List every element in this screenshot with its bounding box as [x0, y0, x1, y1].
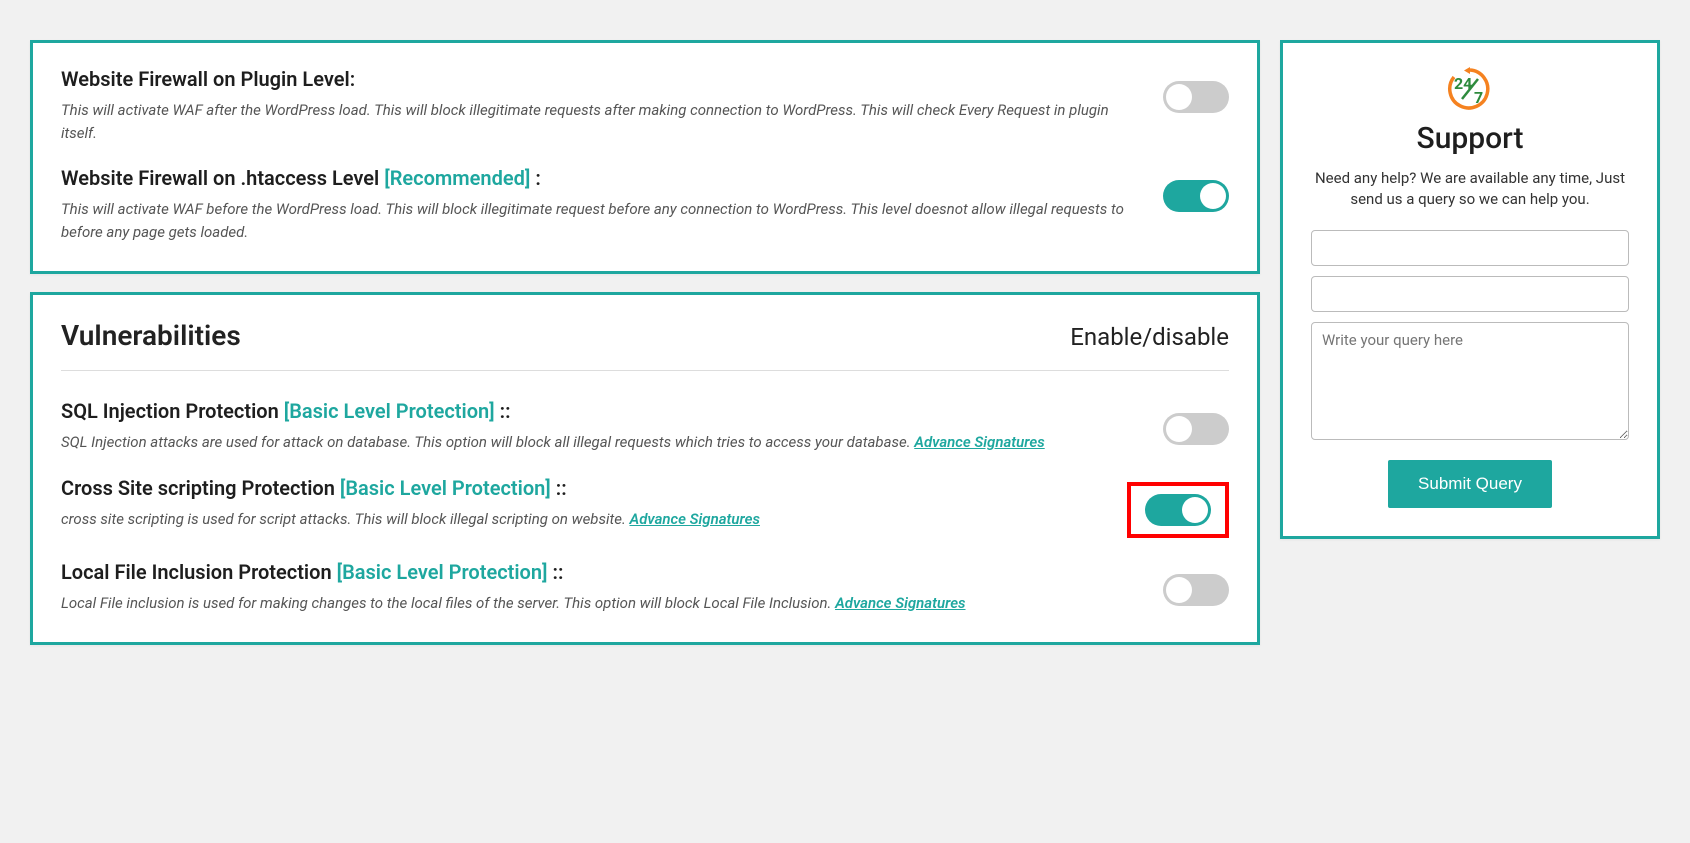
firewall-plugin-level-toggle[interactable]	[1163, 81, 1229, 113]
vuln-adv-link-0[interactable]: Advance Signatures	[914, 433, 1044, 451]
firewall-htaccess-level-desc: This will activate WAF before the WordPr…	[61, 198, 1143, 243]
vuln-desc-0: SQL Injection attacks are used for attac…	[61, 431, 1143, 454]
support-query-textarea[interactable]	[1311, 322, 1629, 440]
firewall-htaccess-level-toggle[interactable]	[1163, 180, 1229, 212]
firewall-plugin-level-desc: This will activate WAF after the WordPre…	[61, 99, 1143, 144]
vuln-title-2: Local File Inclusion Protection [Basic L…	[61, 560, 1143, 584]
vuln-row-1: Cross Site scripting Protection [Basic L…	[61, 476, 1229, 538]
vuln-desc-2: Local File inclusion is used for making …	[61, 592, 1143, 615]
vuln-toggle-0[interactable]	[1163, 413, 1229, 445]
support-input-2[interactable]	[1311, 276, 1629, 312]
support-247-icon: 24 7	[1311, 67, 1629, 115]
firewall-panel: Website Firewall on Plugin Level: This w…	[30, 40, 1260, 274]
vuln-title-0: SQL Injection Protection [Basic Level Pr…	[61, 399, 1143, 423]
vuln-title-1: Cross Site scripting Protection [Basic L…	[61, 476, 1107, 500]
support-submit-button[interactable]: Submit Query	[1388, 460, 1552, 508]
support-title: Support	[1311, 121, 1629, 156]
firewall-htaccess-level-row: Website Firewall on .htaccess Level [Rec…	[61, 166, 1229, 243]
firewall-htaccess-title-suffix: :	[530, 166, 540, 190]
vuln-desc-1: cross site scripting is used for script …	[61, 508, 1107, 531]
firewall-plugin-level-title: Website Firewall on Plugin Level:	[61, 67, 1143, 91]
firewall-htaccess-tag: [Recommended]	[384, 166, 530, 190]
vulnerabilities-toggle-label: Enable/disable	[1070, 323, 1229, 351]
vuln-toggle-highlight-1	[1127, 482, 1229, 538]
vulnerabilities-panel: Vulnerabilities Enable/disable SQL Injec…	[30, 292, 1260, 645]
firewall-htaccess-level-title: Website Firewall on .htaccess Level [Rec…	[61, 166, 1143, 190]
support-desc: Need any help? We are available any time…	[1311, 168, 1629, 210]
vuln-adv-link-2[interactable]: Advance Signatures	[835, 594, 965, 612]
vuln-row-2: Local File Inclusion Protection [Basic L…	[61, 560, 1229, 615]
svg-text:7: 7	[1474, 88, 1483, 107]
vuln-adv-link-1[interactable]: Advance Signatures	[630, 510, 760, 528]
vulnerabilities-title: Vulnerabilities	[61, 319, 241, 352]
firewall-plugin-level-row: Website Firewall on Plugin Level: This w…	[61, 67, 1229, 144]
support-input-1[interactable]	[1311, 230, 1629, 266]
vuln-toggle-1[interactable]	[1145, 494, 1211, 526]
vuln-row-0: SQL Injection Protection [Basic Level Pr…	[61, 399, 1229, 454]
firewall-htaccess-title-prefix: Website Firewall on .htaccess Level	[61, 166, 384, 190]
support-panel: 24 7 Support Need any help? We are avail…	[1280, 40, 1660, 539]
vuln-toggle-2[interactable]	[1163, 574, 1229, 606]
